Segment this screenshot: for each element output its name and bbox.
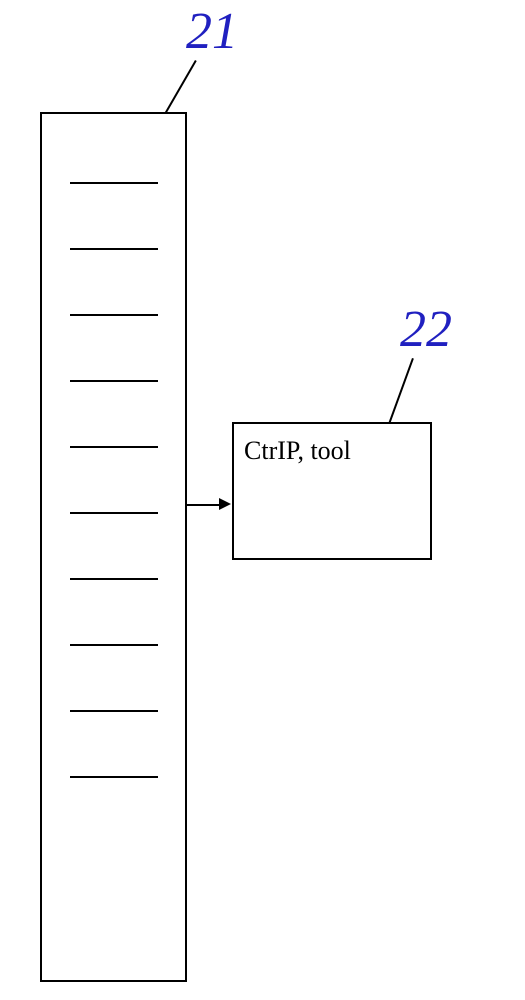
slot-line xyxy=(70,182,158,184)
slot-line xyxy=(70,380,158,382)
slot-line xyxy=(70,512,158,514)
slot-line xyxy=(70,248,158,250)
tool-box: CtrIP, tool xyxy=(232,422,432,560)
tool-box-text: CtrIP, tool xyxy=(244,436,351,465)
slot-line xyxy=(70,710,158,712)
label-21: 21 xyxy=(186,2,238,61)
arrow-shaft xyxy=(187,504,221,506)
label-22: 22 xyxy=(400,300,452,359)
slot-line xyxy=(70,578,158,580)
slot-column xyxy=(40,112,187,982)
slot-line xyxy=(70,776,158,778)
arrow-head xyxy=(219,498,231,510)
slot-line xyxy=(70,644,158,646)
slot-line xyxy=(70,314,158,316)
slot-line xyxy=(70,446,158,448)
diagram-canvas: 21 22 CtrIP, tool xyxy=(0,0,525,1000)
